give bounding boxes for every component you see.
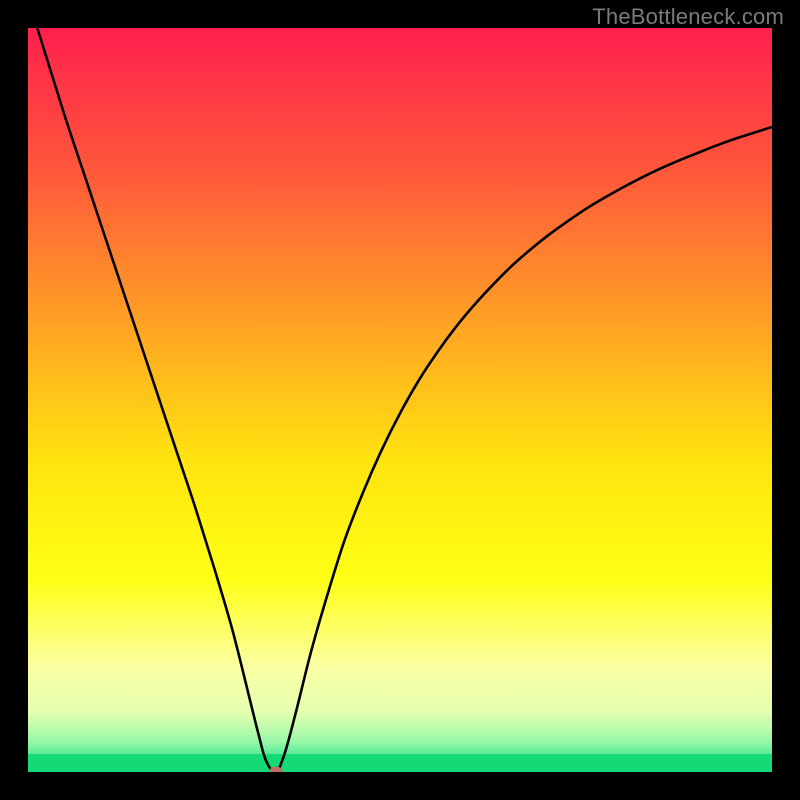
chart-frame: TheBottleneck.com xyxy=(0,0,800,800)
bottleneck-curve xyxy=(28,28,772,772)
minimum-marker xyxy=(269,767,283,773)
watermark-text: TheBottleneck.com xyxy=(592,4,784,30)
plot-area xyxy=(28,28,772,772)
curve-layer xyxy=(28,28,772,772)
